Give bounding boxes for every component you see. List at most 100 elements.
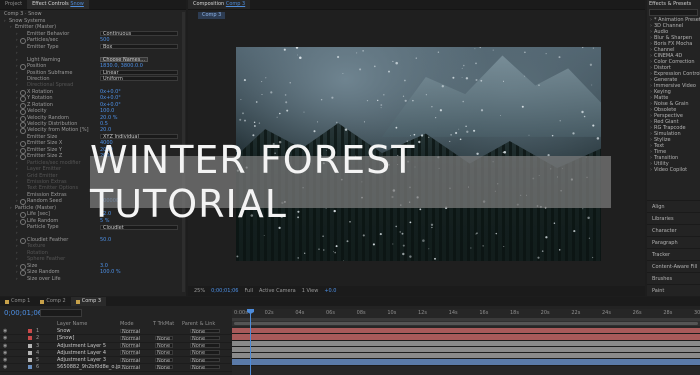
snowflake xyxy=(476,232,478,234)
layer-mode-select[interactable]: Normal xyxy=(120,335,140,341)
snowflake xyxy=(392,243,394,245)
layer-name[interactable]: Adjustment Layer 4 xyxy=(57,350,106,356)
col-layer-name[interactable]: Layer Name xyxy=(57,321,87,327)
layer-mode-select[interactable]: Normal xyxy=(120,364,140,370)
snowflake xyxy=(500,115,502,116)
effects-presets-title[interactable]: Effects & Presets xyxy=(649,1,691,7)
visibility-eye-icon[interactable]: ◉ xyxy=(3,357,7,363)
layer-name[interactable]: Adjustment Layer 3 xyxy=(57,357,106,363)
layer-row[interactable]: ◉ 5 Adjustment Layer 3 Normal None None xyxy=(0,357,232,365)
time-ruler[interactable]: 0:00s 02s 04s 06s 08s 10s 12s 14s 16s 18s 20s 22s 24… xyxy=(232,309,700,318)
layer-mode-select[interactable]: Normal xyxy=(120,350,140,356)
comp-timecode[interactable]: 0;00;01;06 xyxy=(211,288,238,294)
tab-comp[interactable]: Comp 3 xyxy=(70,297,107,306)
effects-search-input[interactable] xyxy=(649,9,698,16)
visibility-eye-icon[interactable]: ◉ xyxy=(3,364,7,370)
ec-dropdown[interactable]: Linear xyxy=(100,70,178,76)
layer-trkmat-select[interactable]: None xyxy=(155,350,173,356)
col-mode[interactable]: Mode xyxy=(120,321,134,327)
snowflake xyxy=(410,135,411,137)
layer-trkmat-select[interactable]: None xyxy=(155,364,173,370)
tab-comp[interactable]: Comp 2 xyxy=(35,297,70,306)
layer-name[interactable]: [Snow] xyxy=(57,335,74,341)
snowflake xyxy=(240,98,242,101)
label-color-swatch[interactable] xyxy=(28,350,32,355)
layer-parent-select[interactable]: None xyxy=(190,357,220,363)
tab-effect-controls[interactable]: Effect Controls Snow xyxy=(27,0,89,9)
layer-trkmat-select[interactable]: None xyxy=(155,335,173,341)
layer-mode-select[interactable]: Normal xyxy=(120,357,140,363)
layer-parent-select[interactable]: None xyxy=(190,364,220,370)
snowflake xyxy=(399,231,401,233)
timeline-timecode[interactable]: 0;00;01;06 xyxy=(4,309,42,317)
layer-mode-select[interactable]: Normal xyxy=(120,343,140,348)
disclosure-triangle-icon[interactable]: › xyxy=(16,276,18,282)
snowflake xyxy=(404,99,407,102)
col-parent[interactable]: Parent & Link xyxy=(182,321,215,327)
snowflake xyxy=(573,230,576,233)
snowflake xyxy=(591,84,593,86)
layer-name[interactable]: Snow xyxy=(57,328,71,334)
snowflake xyxy=(334,251,336,254)
snowflake xyxy=(528,134,530,136)
label-color-swatch[interactable] xyxy=(28,336,32,341)
label-color-swatch[interactable] xyxy=(28,329,32,333)
layer-mode-select[interactable]: Normal xyxy=(120,328,140,334)
layer-row[interactable]: ◉ 1 Snow Normal None xyxy=(0,328,232,336)
col-trkmat[interactable]: T TrkMat xyxy=(153,321,174,327)
label-color-swatch[interactable] xyxy=(28,365,32,370)
snowflake xyxy=(537,256,540,259)
timeline-navigator[interactable] xyxy=(232,321,700,326)
camera-select[interactable]: Active Camera xyxy=(259,288,296,294)
snowflake xyxy=(279,112,281,115)
ec-dropdown[interactable]: Uniform xyxy=(100,76,178,82)
snowflake xyxy=(362,50,364,52)
layer-row[interactable]: ◉ 6 5650882_9h2bf0d8e_o.jpg Normal None None xyxy=(0,364,232,372)
label-color-swatch[interactable] xyxy=(28,358,32,363)
layer-row[interactable]: ◉ 2 [Snow] Normal None None xyxy=(0,335,232,343)
ruler-tick-label: 28s xyxy=(663,310,673,316)
layer-parent-select[interactable]: None xyxy=(190,328,220,334)
layer-number: 2 xyxy=(36,335,40,342)
snowflake xyxy=(346,240,349,243)
ec-button[interactable]: Choose Names... xyxy=(100,57,148,63)
layer-name[interactable]: Adjustment Layer 5 xyxy=(57,343,106,349)
layer-parent-select[interactable]: None xyxy=(190,335,220,341)
exposure-value[interactable]: +0.0 xyxy=(324,288,336,294)
side-panel-section[interactable]: Paint xyxy=(647,284,700,296)
timeline-track-area[interactable]: 0:00s 02s 04s 06s 08s 10s 12s 14s 16s 18s 20s 22s 24… xyxy=(232,309,700,375)
ec-dropdown[interactable]: Continuous xyxy=(100,31,178,37)
view-layout-select[interactable]: 1 View xyxy=(302,288,319,294)
layer-trkmat-select[interactable]: None xyxy=(155,343,173,348)
timeline-search-input[interactable] xyxy=(40,309,82,317)
ec-row[interactable]: › Size over Life xyxy=(0,276,186,282)
ec-dropdown[interactable]: Box xyxy=(100,44,178,50)
resolution-select[interactable]: Full xyxy=(244,288,253,294)
layer-trkmat-select[interactable]: None xyxy=(155,357,173,363)
playhead-line[interactable] xyxy=(250,309,251,375)
snowflake xyxy=(336,121,338,124)
tab-project[interactable]: Project xyxy=(0,0,27,9)
layer-row[interactable]: ◉ 3 Adjustment Layer 5 Normal None None xyxy=(0,343,232,350)
effects-category-item[interactable]: Video Copilot xyxy=(647,167,700,173)
tab-composition[interactable]: Composition Comp 3 xyxy=(188,0,251,9)
label-color-swatch[interactable] xyxy=(28,343,32,348)
layer-number: 4 xyxy=(36,349,40,356)
tab-comp[interactable]: Comp 1 xyxy=(0,297,35,306)
layer-duration-bar[interactable] xyxy=(232,359,700,366)
visibility-eye-icon[interactable]: ◉ xyxy=(3,343,7,349)
layer-name[interactable]: 5650882_9h2bf0d8e_o.jpg xyxy=(57,364,124,370)
snowflake xyxy=(388,70,390,73)
comp-subtab[interactable]: Comp 3 xyxy=(198,12,226,19)
visibility-eye-icon[interactable]: ◉ xyxy=(3,328,7,334)
navigator-handle[interactable] xyxy=(234,322,698,325)
snowflake xyxy=(295,47,299,49)
zoom-level[interactable]: 25% xyxy=(194,288,205,294)
layer-row[interactable]: ◉ 4 Adjustment Layer 4 Normal None None xyxy=(0,349,232,358)
timeline-panel: Comp 1 Comp 2 Comp 3 0;00;01;06 Layer Name… xyxy=(0,297,700,375)
layer-parent-select[interactable]: None xyxy=(190,350,220,356)
snowflake xyxy=(462,100,464,103)
visibility-eye-icon[interactable]: ◉ xyxy=(3,335,7,341)
visibility-eye-icon[interactable]: ◉ xyxy=(3,350,7,356)
layer-parent-select[interactable]: None xyxy=(190,343,220,348)
